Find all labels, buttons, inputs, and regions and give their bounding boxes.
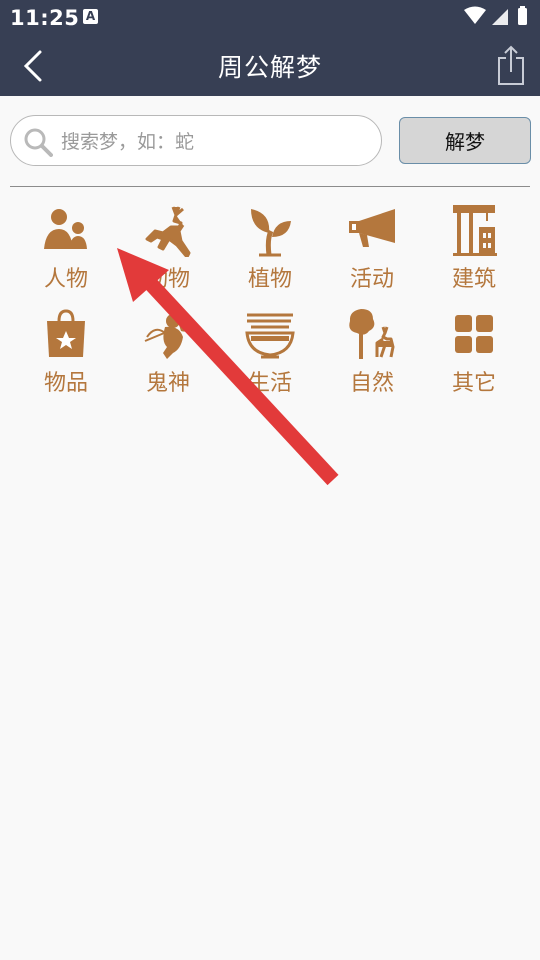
category-label: 生活 xyxy=(247,371,292,396)
wifi-icon xyxy=(464,6,486,24)
megaphone-icon xyxy=(349,209,395,247)
grid-icon xyxy=(455,315,493,353)
category-label: 鬼神 xyxy=(145,371,190,396)
search-box[interactable] xyxy=(10,115,382,166)
category-items[interactable]: 物品 xyxy=(15,307,117,403)
category-ghosts-gods[interactable]: 鬼神 xyxy=(117,307,219,403)
page-title: 周公解梦 xyxy=(217,53,322,82)
category-animals[interactable]: 动物 xyxy=(117,203,219,299)
category-others[interactable]: 其它 xyxy=(423,307,525,403)
search-input[interactable] xyxy=(59,122,373,162)
sprout-icon xyxy=(251,209,291,257)
divider xyxy=(10,186,530,187)
category-label: 其它 xyxy=(451,371,496,396)
app-header: 11:25 A 周公解梦 xyxy=(0,0,540,96)
deer-icon xyxy=(145,206,191,257)
share-icon xyxy=(498,45,524,85)
category-people[interactable]: 人物 xyxy=(15,203,117,299)
battery-icon xyxy=(518,8,527,25)
search-icon xyxy=(24,128,53,157)
people-icon xyxy=(44,209,87,249)
share-button[interactable] xyxy=(496,44,526,86)
tree-deer-icon xyxy=(349,309,395,359)
category-life[interactable]: 生活 xyxy=(219,307,321,403)
notification-icon: A xyxy=(83,9,98,24)
category-label: 自然 xyxy=(349,371,394,396)
category-activities[interactable]: 活动 xyxy=(321,203,423,299)
noodle-bowl-icon xyxy=(245,313,295,359)
signal-icon xyxy=(492,9,508,25)
category-label: 植物 xyxy=(247,267,292,292)
category-label: 活动 xyxy=(349,267,394,292)
interpret-dream-button[interactable]: 解梦 xyxy=(399,117,531,164)
shopping-bag-icon xyxy=(47,309,85,357)
construction-icon xyxy=(453,205,497,256)
category-buildings[interactable]: 建筑 xyxy=(423,203,525,299)
category-label: 动物 xyxy=(145,267,190,292)
category-label: 物品 xyxy=(43,371,88,396)
category-plants[interactable]: 植物 xyxy=(219,203,321,299)
status-icons xyxy=(464,6,527,25)
cupid-icon xyxy=(144,314,191,359)
category-label: 建筑 xyxy=(451,267,496,292)
status-time: 11:25 xyxy=(10,6,80,30)
category-label: 人物 xyxy=(43,267,88,292)
category-nature[interactable]: 自然 xyxy=(321,307,423,403)
